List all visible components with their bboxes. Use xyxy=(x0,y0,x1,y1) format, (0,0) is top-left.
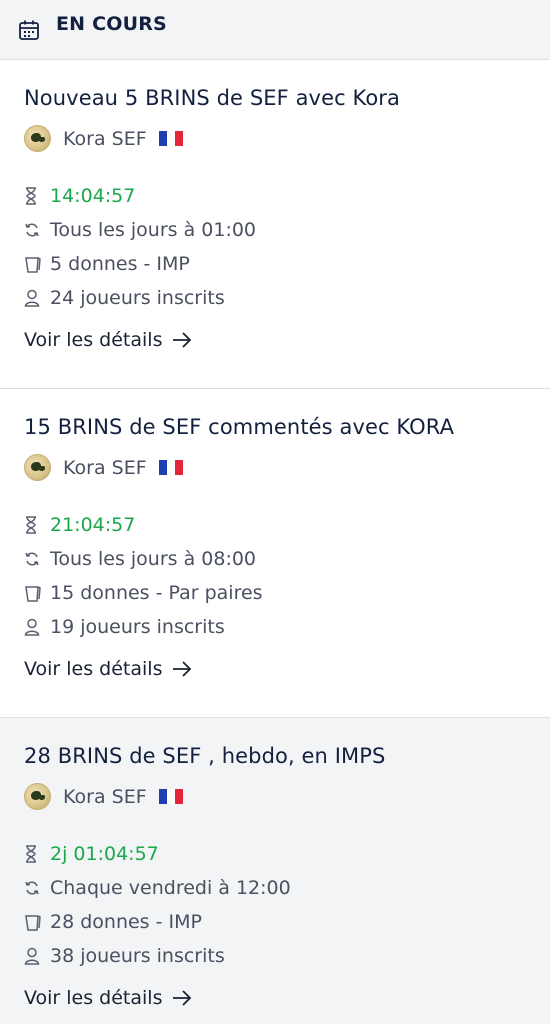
france-flag-icon xyxy=(158,131,183,146)
schedule-text: Tous les jours à 08:00 xyxy=(50,548,257,570)
players-row: 24 joueurs inscrits xyxy=(24,281,550,315)
deals-row: 15 donnes - Par paires xyxy=(24,576,550,610)
section-title: EN COURS xyxy=(56,12,167,35)
repeat-icon xyxy=(24,880,50,896)
tournament-card[interactable]: 28 BRINS de SEF , hebdo, en IMPS Kora SE… xyxy=(0,718,550,1024)
tournament-name: 28 BRINS de SEF , hebdo, en IMPS xyxy=(24,744,386,768)
players-row: 38 joueurs inscrits xyxy=(24,939,550,973)
section-header: EN COURS xyxy=(0,0,550,60)
repeat-icon xyxy=(24,222,50,238)
view-details-label: Voir les détails xyxy=(24,658,163,680)
tournament-card[interactable]: 15 BRINS de SEF commentés avec KORA Kora… xyxy=(0,389,550,718)
user-icon xyxy=(24,289,50,307)
cards-deck-icon xyxy=(24,255,50,273)
organizer-name: Kora SEF xyxy=(63,456,147,479)
france-flag-icon xyxy=(158,789,183,804)
france-flag-icon xyxy=(158,460,183,475)
organizer: Kora SEF xyxy=(24,454,550,481)
schedule-text: Chaque vendredi à 12:00 xyxy=(50,877,291,899)
cards-deck-icon xyxy=(24,913,50,931)
organizer: Kora SEF xyxy=(24,783,550,810)
players-text: 19 joueurs inscrits xyxy=(50,616,225,638)
hourglass-icon xyxy=(24,187,50,205)
organizer-avatar xyxy=(24,454,51,481)
timer-row: 2j 01:04:57 xyxy=(24,837,550,871)
arrow-right-icon xyxy=(172,332,192,348)
hourglass-icon xyxy=(24,845,50,863)
view-details-link[interactable]: Voir les détails xyxy=(24,987,550,1009)
organizer-avatar xyxy=(24,125,51,152)
organizer: Kora SEF xyxy=(24,125,550,152)
tournament-name: 15 BRINS de SEF commentés avec KORA xyxy=(24,415,455,439)
tournament-card[interactable]: Nouveau 5 BRINS de SEF avec Kora Kora SE… xyxy=(0,60,550,389)
timer-row: 21:04:57 xyxy=(24,508,550,542)
schedule-text: Tous les jours à 01:00 xyxy=(50,219,257,241)
view-details-label: Voir les détails xyxy=(24,987,163,1009)
timer-row: 14:04:57 xyxy=(24,179,550,213)
user-icon xyxy=(24,947,50,965)
hourglass-icon xyxy=(24,516,50,534)
timer-value: 2j 01:04:57 xyxy=(50,843,159,865)
schedule-row: Chaque vendredi à 12:00 xyxy=(24,871,550,905)
cards-deck-icon xyxy=(24,584,50,602)
calendar-icon xyxy=(16,17,42,43)
repeat-icon xyxy=(24,551,50,567)
deals-text: 15 donnes - Par paires xyxy=(50,582,263,604)
schedule-row: Tous les jours à 08:00 xyxy=(24,542,550,576)
deals-row: 28 donnes - IMP xyxy=(24,905,550,939)
schedule-row: Tous les jours à 01:00 xyxy=(24,213,550,247)
timer-value: 14:04:57 xyxy=(50,185,136,207)
players-text: 24 joueurs inscrits xyxy=(50,287,225,309)
deals-text: 28 donnes - IMP xyxy=(50,911,202,933)
tournament-name: Nouveau 5 BRINS de SEF avec Kora xyxy=(24,86,401,110)
players-row: 19 joueurs inscrits xyxy=(24,610,550,644)
organizer-avatar xyxy=(24,783,51,810)
organizer-name: Kora SEF xyxy=(63,127,147,150)
deals-row: 5 donnes - IMP xyxy=(24,247,550,281)
organizer-name: Kora SEF xyxy=(63,785,147,808)
arrow-right-icon xyxy=(172,661,192,677)
timer-value: 21:04:57 xyxy=(50,514,136,536)
user-icon xyxy=(24,618,50,636)
view-details-label: Voir les détails xyxy=(24,329,163,351)
players-text: 38 joueurs inscrits xyxy=(50,945,225,967)
deals-text: 5 donnes - IMP xyxy=(50,253,190,275)
view-details-link[interactable]: Voir les détails xyxy=(24,658,550,680)
arrow-right-icon xyxy=(172,990,192,1006)
view-details-link[interactable]: Voir les détails xyxy=(24,329,550,351)
